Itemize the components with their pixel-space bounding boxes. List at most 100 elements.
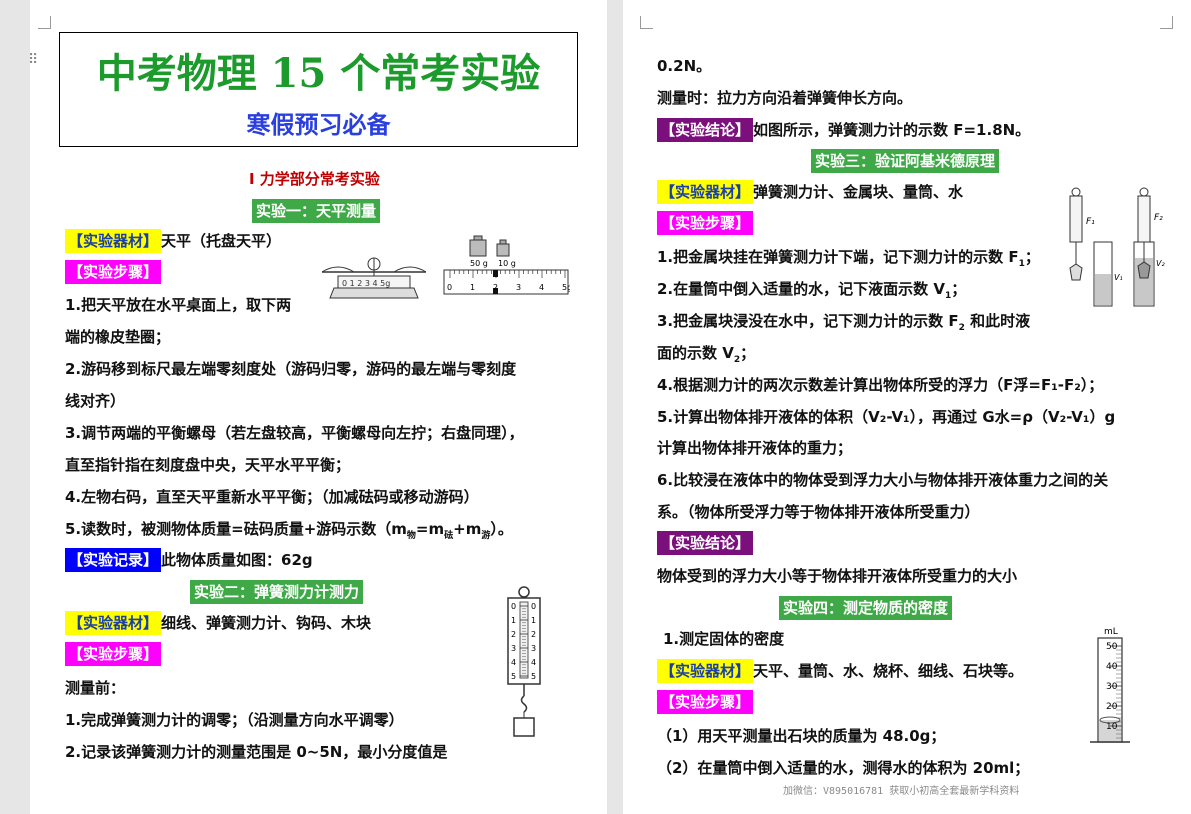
materials-text: 弹簧测力计、金属块、量筒、水 [753,183,964,201]
exp1-step-1a: 1.把天平放在水平桌面上，取下两 [65,296,292,314]
materials-tag: 【实验器材】 [657,659,754,683]
exp2-before: 测量前： [65,679,126,697]
exp3-step-4: 4.根据测力计的两次示数差计算出物体所受的浮力（F浮=F₁-F₂）； [657,376,1104,394]
exp3-step-3a: 3.把金属块浸没在水中，记下测力计的示数 F2 和此时液 [657,312,1031,333]
cylinder-tick-label: 30 [1106,682,1118,692]
cylinder-unit-label: mL [1104,627,1118,637]
exp4-steps-tag-line: 【实验步骤】 [657,690,754,714]
exp3-step-6b: 系。（物体所受浮力等于物体排开液体所受重力） [657,503,980,521]
spring-tick-label: 4 [531,658,536,667]
steps-tag: 【实验步骤】 [65,642,162,666]
rider-tick-label: 1 [470,283,475,292]
spring-tick-label: 1 [531,616,536,625]
materials-tag: 【实验器材】 [65,229,162,253]
cylinder-tick-label: 40 [1106,662,1118,672]
continued-text-1: 0.2N。 [657,57,712,75]
steps-tag: 【实验步骤】 [657,211,754,235]
margin-corner-mark [1160,16,1173,29]
weights-scale-figure: 50 g 10 g 0 1 2 3 4 5g [443,235,570,295]
exp1-steps-tag-line: 【实验步骤】 [65,260,162,284]
materials-text: 天平、量筒、水、烧杯、细线、石块等。 [753,662,1024,680]
v1-label: V₁ [1114,273,1123,282]
exp1-materials-line: 【实验器材】 天平（托盘天平） [65,229,281,253]
conclusion-tag: 【实验结论】 [657,118,754,142]
exp3-step-1: 1.把金属块挂在弹簧测力计下端，记下测力计的示数 F1； [657,248,1040,269]
spring-tick-label: 2 [531,630,536,639]
exp3-conclusion-tag-line: 【实验结论】 [657,531,754,555]
spring-tick-label: 2 [511,630,516,639]
spring-tick-label: 5 [511,672,516,681]
spring-tick-label: 3 [531,644,536,653]
exp2-step-2: 2.记录该弹簧测力计的测量范围是 0~5N，最小分度值是 [65,743,448,761]
footer-watermark: 加微信：V895016781 获取小初高全套最新学科资料 [783,786,1020,797]
exp1-step-2b: 线对齐） [65,392,126,410]
spring-tick-label: 0 [531,602,536,611]
exp1-step-1b: 端的橡皮垫圈； [65,328,171,346]
spring-tick-label: 1 [511,616,516,625]
materials-text: 细线、弹簧测力计、钩码、木块 [161,614,372,632]
rider-tick-label: 2 [493,283,498,292]
exp3-step-2: 2.在量筒中倒入适量的水，记下液面示数 V1； [657,280,967,301]
exp1-step-3b: 直至指针指在刻度盘中央，天平水平平衡； [65,456,351,474]
archimedes-figure: F₁ V₁ F₂ V₂ [1069,187,1165,307]
materials-tag: 【实验器材】 [657,180,754,204]
cylinder-tick-label: 50 [1106,642,1118,652]
exp1-step-5: 5.读数时，被测物体质量=砝码质量+游码示数（m物=m砝+m游）。 [65,520,513,541]
cylinder-tick-label: 10 [1106,722,1118,732]
conclusion-tag: 【实验结论】 [657,531,754,555]
exp4-materials-line: 【实验器材】 天平、量筒、水、烧杯、细线、石块等。 [657,659,1023,683]
f1-label: F₁ [1086,217,1095,227]
exp3-steps-tag-line: 【实验步骤】 [657,211,754,235]
continued-text-2: 测量时：拉力方向沿着弹簧伸长方向。 [657,89,913,107]
margin-corner-mark [38,16,51,29]
rider-tick-label: 0 [447,283,452,292]
spring-tick-label: 5 [531,672,536,681]
exp4-step-1: （1）用天平测量出石块的质量为 48.0g； [657,727,946,745]
rider-tick-label: 3 [516,283,521,292]
v2-label: V₂ [1156,259,1165,268]
exp2-materials-line: 【实验器材】 细线、弹簧测力计、钩码、木块 [65,611,371,635]
f2-label: F₂ [1154,213,1163,223]
spring-tick-label: 3 [511,644,516,653]
materials-tag: 【实验器材】 [65,611,162,635]
rider-tick-label: 5g [562,283,570,292]
conclusion-text: 如图所示，弹簧测力计的示数 F=1.8N。 [753,121,1031,139]
exp3-heading: 实验三：验证阿基米德原理 [811,149,1000,173]
exp2-step-1: 1.完成弹簧测力计的调零；（沿测量方向水平调零） [65,711,404,729]
margin-corner-mark [640,16,653,29]
exp2-heading: 实验二：弹簧测力计测力 [190,580,364,604]
document-subtitle: 寒假预习必备 [246,110,391,139]
exp3-step-5b: 计算出物体排开液体的重力； [657,439,853,457]
exp4-step-2: （2）在量筒中倒入适量的水，测得水的体积为 20ml； [657,759,1030,777]
exp3-step-6a: 6.比较浸在液体中的物体受到浮力大小与物体排开液体重力之间的关 [657,471,1109,489]
cylinder-tick-label: 20 [1106,702,1118,712]
exp1-heading: 实验一：天平测量 [252,199,381,223]
exp3-step-3b: 面的示数 V2； [657,344,756,365]
document-title: 中考物理 15 个常考实验 [96,50,541,97]
exp3-step-5a: 5.计算出物体排开液体的体积（V₂-V₁），再通过 G水=ρ（V₂-V₁）g [657,408,1116,426]
balance-figure: 0 1 2 3 4 5g [321,257,427,299]
exp1-step-3a: 3.调节两端的平衡螺母（若左盘较高，平衡螺母向左拧；右盘同理）， [65,424,524,442]
steps-tag: 【实验步骤】 [65,260,162,284]
rider-tick-label: 4 [539,283,544,292]
weight-50g-label: 50 g [470,259,488,268]
exp1-step-2a: 2.游码移到标尺最左端零刻度处（游码归零，游码的最左端与零刻度 [65,360,517,378]
drag-handle-icon[interactable]: ⠿ [28,53,38,67]
materials-text: 天平（托盘天平） [161,232,282,250]
exp4-heading: 实验四：测定物质的密度 [779,596,953,620]
record-tag: 【实验记录】 [65,548,162,572]
exp1-record-line: 【实验记录】 此物体质量如图：62g [65,548,313,572]
spring-scale-figure: 0 0 1 1 2 2 3 3 4 4 5 5 [507,586,541,737]
section-heading: Ⅰ 力学部分常考实验 [249,170,380,188]
balance-scale-text: 0 1 2 3 4 5g [342,279,390,288]
record-text: 此物体质量如图：62g [161,551,313,569]
spring-tick-label: 4 [511,658,516,667]
spring-tick-label: 0 [511,602,516,611]
exp4-subheading: 1.测定固体的密度 [663,630,785,648]
exp1-step-4: 4.左物右码，直至天平重新水平平衡；（加减砝码或移动游码） [65,488,479,506]
steps-tag: 【实验步骤】 [657,690,754,714]
exp2-conclusion-line: 【实验结论】 如图所示，弹簧测力计的示数 F=1.8N。 [657,118,1030,142]
title-box: 中考物理 15 个常考实验 寒假预习必备 [59,32,578,147]
exp2-steps-tag-line: 【实验步骤】 [65,642,162,666]
exp3-conclusion-text: 物体受到的浮力大小等于物体排开液体所受重力的大小 [657,567,1018,585]
